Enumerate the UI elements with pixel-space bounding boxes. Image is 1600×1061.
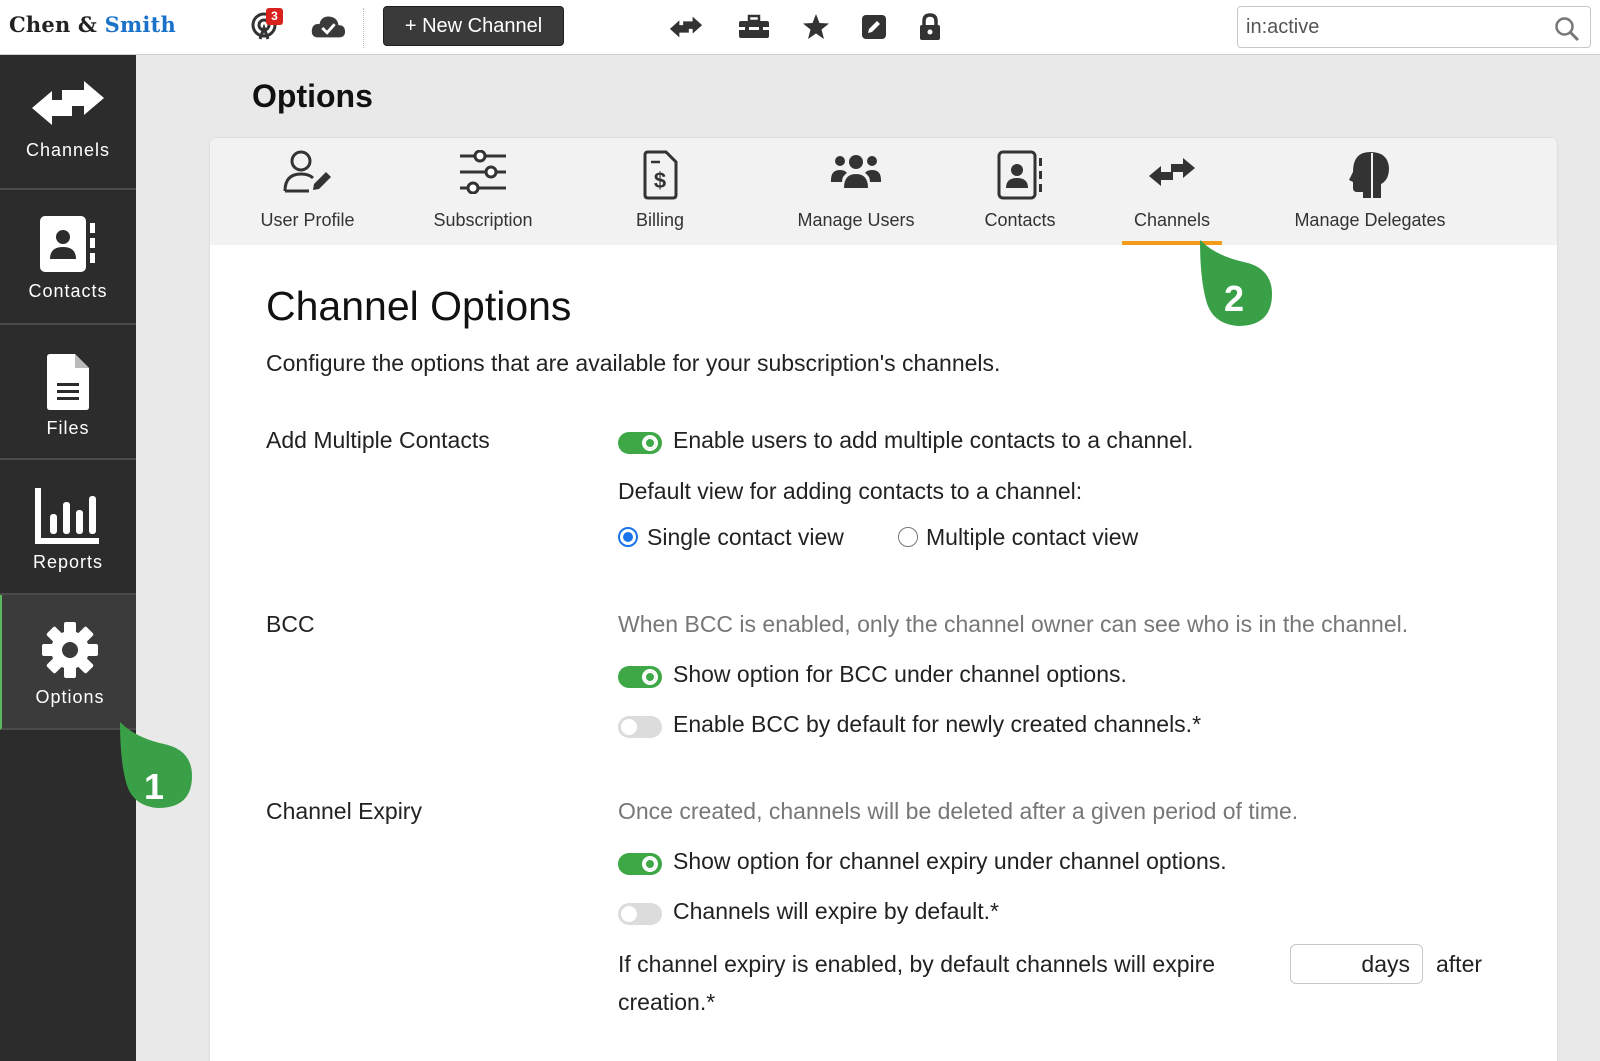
bcc-description: When BCC is enabled, only the channel ow… bbox=[618, 611, 1409, 637]
sidebar-item-label: Files bbox=[46, 418, 90, 438]
bcc-default-toggle[interactable] bbox=[618, 716, 662, 738]
section-intro: Configure the options that are available… bbox=[266, 350, 1001, 376]
sidebar-item-channels[interactable]: Channels bbox=[0, 55, 136, 190]
tab-label: Manage Delegates bbox=[1294, 210, 1446, 230]
notifications-icon[interactable]: 3 bbox=[247, 8, 283, 44]
top-bar: Chen & Smith 3 + New Channel bbox=[0, 0, 1600, 55]
channel-expiry-default-label: Channels will expire by default.* bbox=[673, 898, 1000, 924]
billing-icon: $ bbox=[610, 150, 710, 200]
tab-contacts[interactable]: Contacts bbox=[970, 138, 1070, 245]
options-card: User Profile Subscription $ Billing Mana… bbox=[210, 138, 1557, 1061]
search-icon[interactable] bbox=[1554, 16, 1580, 42]
notification-badge: 3 bbox=[266, 8, 283, 25]
contacts-book-icon bbox=[970, 150, 1070, 200]
options-tabs: User Profile Subscription $ Billing Mana… bbox=[210, 138, 1557, 245]
gear-icon bbox=[2, 621, 138, 679]
channels-icon[interactable] bbox=[668, 10, 704, 44]
star-icon[interactable] bbox=[798, 10, 834, 44]
sidebar-item-label: Reports bbox=[32, 552, 104, 572]
sidebar-item-reports[interactable]: Reports bbox=[0, 460, 136, 595]
channels-icon bbox=[1122, 150, 1222, 200]
sidebar-item-contacts[interactable]: Contacts bbox=[0, 190, 136, 325]
default-view-label: Default view for adding contacts to a ch… bbox=[618, 478, 1083, 504]
brand-logo[interactable]: Chen & Smith bbox=[9, 12, 176, 37]
tab-label: Subscription bbox=[433, 210, 533, 230]
single-contact-view-radio[interactable] bbox=[618, 527, 638, 547]
search-box bbox=[1237, 6, 1591, 48]
lock-icon[interactable] bbox=[912, 10, 948, 44]
toggle-knob bbox=[621, 906, 637, 922]
sidebar: Channels Contacts Files Reports Options bbox=[0, 55, 136, 1061]
channel-expiry-default-toggle[interactable] bbox=[618, 903, 662, 925]
channel-expiry-show-option-toggle[interactable] bbox=[618, 853, 662, 875]
callout-number: 1 bbox=[143, 766, 165, 807]
tab-user-profile[interactable]: User Profile bbox=[245, 138, 370, 245]
sidebar-item-options[interactable]: Options bbox=[0, 595, 136, 730]
cloud-sync-icon[interactable] bbox=[310, 10, 346, 44]
tab-channels[interactable]: Channels bbox=[1122, 138, 1222, 245]
tab-manage-delegates[interactable]: Manage Delegates bbox=[1280, 138, 1460, 245]
add-multiple-contacts-label: Add Multiple Contacts bbox=[266, 427, 490, 453]
multiple-contact-view-label: Multiple contact view bbox=[926, 524, 1139, 550]
tab-manage-users[interactable]: Manage Users bbox=[776, 138, 936, 245]
contacts-icon bbox=[0, 215, 136, 273]
sliders-icon bbox=[413, 150, 553, 200]
sidebar-item-label: Contacts bbox=[28, 281, 108, 301]
tab-label: User Profile bbox=[260, 210, 355, 230]
channel-expiry-label: Channel Expiry bbox=[266, 798, 422, 824]
add-multiple-contacts-toggle-label: Enable users to add multiple contacts to… bbox=[673, 427, 1194, 453]
sidebar-item-label: Options bbox=[35, 687, 105, 707]
single-contact-view-label: Single contact view bbox=[647, 524, 844, 550]
callout-pin-1: 1 bbox=[118, 720, 192, 808]
bcc-label: BCC bbox=[266, 611, 315, 637]
toggle-knob bbox=[642, 435, 658, 451]
add-multiple-contacts-toggle[interactable] bbox=[618, 432, 662, 454]
tab-label: Billing bbox=[635, 210, 685, 230]
tab-label: Contacts bbox=[984, 210, 1056, 230]
user-edit-icon bbox=[245, 150, 370, 200]
channel-expiry-description: Once created, channels will be deleted a… bbox=[618, 798, 1299, 824]
delegate-head-icon bbox=[1280, 150, 1460, 200]
svg-text:$: $ bbox=[654, 168, 666, 193]
multiple-contact-view-radio[interactable] bbox=[898, 527, 918, 547]
bcc-show-option-toggle[interactable] bbox=[618, 666, 662, 688]
tab-label: Manage Users bbox=[797, 210, 915, 230]
tab-label: Channels bbox=[1133, 210, 1211, 230]
tab-subscription[interactable]: Subscription bbox=[413, 138, 553, 245]
expiry-sentence-after: after bbox=[1436, 951, 1483, 977]
sidebar-item-files[interactable]: Files bbox=[0, 325, 136, 460]
toolbox-icon[interactable] bbox=[736, 10, 772, 44]
callout-number: 2 bbox=[1223, 278, 1245, 319]
search-input[interactable] bbox=[1246, 13, 1536, 41]
new-channel-button[interactable]: + New Channel bbox=[383, 6, 564, 46]
expiry-sentence-before: If channel expiry is enabled, by default… bbox=[618, 951, 1216, 977]
tab-billing[interactable]: $ Billing bbox=[610, 138, 710, 245]
bcc-show-option-label: Show option for BCC under channel option… bbox=[673, 661, 1127, 687]
toggle-knob bbox=[642, 856, 658, 872]
expiry-sentence-end: creation.* bbox=[618, 989, 716, 1015]
users-icon bbox=[776, 150, 936, 200]
page-title: Options bbox=[252, 78, 373, 114]
toggle-knob bbox=[621, 719, 637, 735]
toolbar-divider bbox=[363, 8, 364, 48]
sidebar-item-label: Channels bbox=[25, 140, 111, 160]
reports-icon bbox=[0, 486, 136, 544]
channel-expiry-show-option-label: Show option for channel expiry under cha… bbox=[673, 848, 1227, 874]
channels-icon bbox=[0, 81, 136, 125]
bcc-default-label: Enable BCC by default for newly created … bbox=[673, 711, 1202, 737]
file-icon bbox=[0, 353, 136, 411]
toggle-knob bbox=[642, 669, 658, 685]
expiry-days-input[interactable] bbox=[1290, 944, 1423, 984]
section-heading: Channel Options bbox=[266, 283, 572, 329]
callout-pin-2: 2 bbox=[1198, 238, 1272, 326]
edit-icon[interactable] bbox=[856, 10, 892, 44]
